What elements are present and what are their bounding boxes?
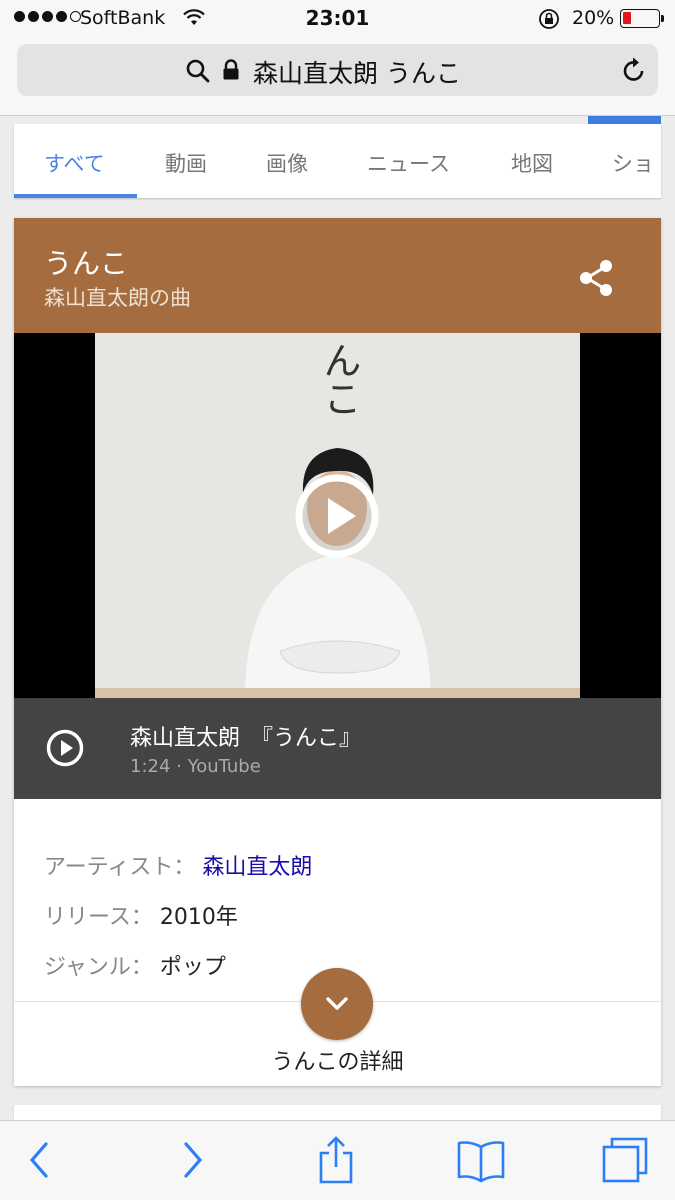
fact-genre-key: ジャンル： [44,955,153,980]
video-meta: 1:24 · YouTube [130,756,261,777]
knowledge-card: うんこ 森山直太朗の曲 んこ 森山直太朗 『うんこ』 1:24 · YouTub… [14,218,661,1086]
tab-videos[interactable]: 動画 [165,148,207,178]
expand-more-button[interactable] [301,968,373,1040]
lock-icon [223,59,239,80]
rotation-lock-icon [539,9,559,29]
browser-toolbar [0,1120,675,1200]
card-header: うんこ 森山直太朗の曲 [14,218,661,333]
fact-release: リリース： 2010年 [44,899,238,931]
battery-percent: 20% [572,7,615,29]
back-icon[interactable] [26,1135,54,1185]
status-bar: SoftBank 23:01 20% [0,0,675,36]
tab-all[interactable]: すべて [44,148,105,178]
more-about-link[interactable]: うんこの詳細 [14,1044,661,1076]
active-tab-indicator [14,194,137,198]
address-bar[interactable]: 森山直太朗 うんこ [17,44,658,96]
share-icon[interactable] [578,258,614,298]
tab-shopping[interactable]: ショ [612,148,654,178]
play-button-icon[interactable] [294,473,380,559]
battery-icon [620,9,664,28]
fact-artist-key: アーティスト： [44,855,196,880]
search-tabs: すべて 動画 画像 ニュース 地図 ショ [14,124,661,198]
fact-genre-value: ポップ [159,955,226,980]
forward-icon[interactable] [178,1135,206,1185]
play-circle-icon[interactable] [45,728,85,768]
video-info-bar[interactable]: 森山直太朗 『うんこ』 1:24 · YouTube [14,698,661,799]
bookmarks-icon[interactable] [456,1135,506,1185]
address-bar-container: 森山直太朗 うんこ [0,36,675,116]
fact-genre: ジャンル： ポップ [44,949,226,981]
url-text[interactable]: 森山直太朗 うんこ [253,54,461,90]
card-title: うんこ [44,247,129,280]
tab-news[interactable]: ニュース [367,148,450,178]
video-player[interactable]: んこ [14,333,661,698]
artist-link[interactable]: 森山直太朗 [202,855,312,880]
fact-release-value: 2010年 [159,905,238,930]
tabs-icon[interactable] [600,1135,650,1185]
reload-icon[interactable] [621,56,647,84]
search-icon [186,59,210,83]
share-icon[interactable] [316,1135,356,1185]
video-title[interactable]: 森山直太朗 『うんこ』 [130,720,361,752]
fact-release-key: リリース： [44,905,153,930]
card-subtitle: 森山直太朗の曲 [44,286,191,310]
chevron-down-icon [326,997,348,1010]
tab-images[interactable]: 画像 [266,148,308,178]
fact-artist: アーティスト： 森山直太朗 [44,849,312,881]
tab-maps[interactable]: 地図 [511,148,553,178]
